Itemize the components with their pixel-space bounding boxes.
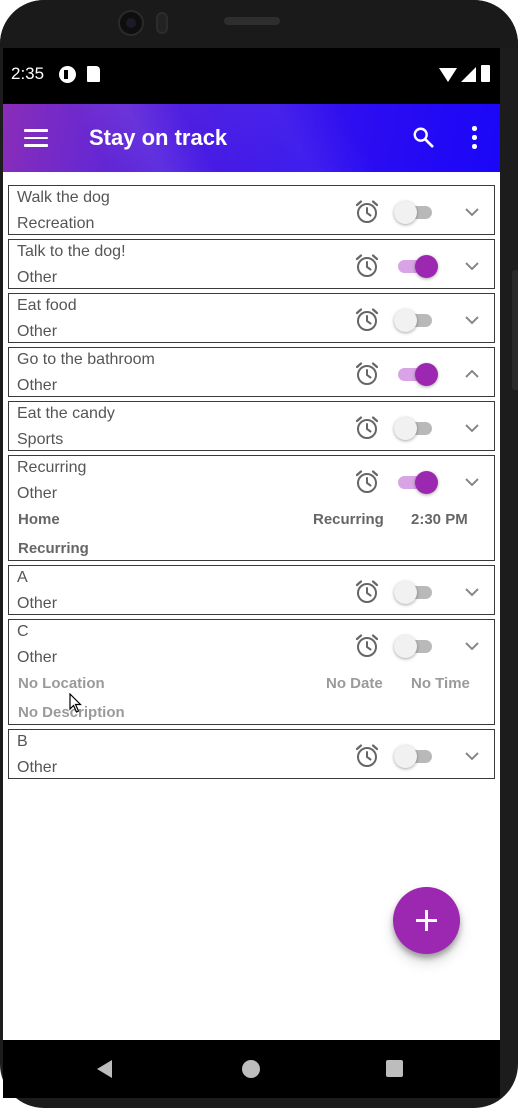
task-category: Sports [17,431,64,448]
back-triangle-icon[interactable] [97,1060,112,1078]
alarm-icon[interactable] [354,743,380,769]
chevron-up-icon[interactable] [464,366,480,382]
front-camera [118,10,144,36]
alarm-icon[interactable] [354,199,380,225]
more-vert-icon[interactable] [470,126,478,150]
wifi-icon [439,68,457,82]
mouse-cursor-icon [69,693,82,713]
task-location: No Location [18,675,105,692]
chevron-down-icon[interactable] [464,312,480,328]
task-category: Other [17,649,58,666]
task-title: Eat the candy [17,405,115,422]
task-time: No Time [411,675,470,692]
hamburger-menu-icon[interactable] [24,129,48,147]
task-title: Recurring [17,459,87,476]
side-button [512,270,518,390]
task-category: Other [17,269,58,286]
task-title: Walk the dog [17,189,110,206]
task-toggle[interactable] [394,308,438,332]
task-toggle[interactable] [394,580,438,604]
signal-icon [461,67,476,82]
sd-card-icon [87,66,100,82]
list-item[interactable]: Eat food Other [8,293,495,343]
task-description: Recurring [18,540,89,557]
task-category: Other [17,485,58,502]
task-location: Home [18,511,60,528]
task-date: No Date [326,675,383,692]
task-title: A [17,569,28,586]
task-time: 2:30 PM [411,511,468,528]
task-title: Talk to the dog! [17,243,126,260]
add-task-fab[interactable] [393,887,460,954]
task-title: C [17,623,29,640]
alarm-icon[interactable] [354,415,380,441]
alarm-icon[interactable] [354,579,380,605]
search-icon[interactable] [412,126,434,148]
task-category: Other [17,377,58,394]
chevron-down-icon[interactable] [464,258,480,274]
list-item[interactable]: A Other [8,565,495,615]
notification-app-icon [59,66,76,83]
top-bezel [0,0,518,48]
task-category: Recreation [17,215,95,232]
task-toggle[interactable] [394,744,438,768]
task-title: Go to the bathroom [17,351,155,368]
chevron-down-icon[interactable] [464,474,480,490]
battery-icon [481,65,490,82]
task-category: Other [17,595,58,612]
earpiece-speaker [224,17,280,25]
task-toggle[interactable] [394,254,438,278]
list-item[interactable]: Talk to the dog! Other [8,239,495,289]
status-bar: 2:35 [3,48,500,104]
chevron-down-icon[interactable] [464,748,480,764]
task-toggle[interactable] [394,362,438,386]
task-date: Recurring [313,511,384,528]
task-category: Other [17,759,58,776]
system-nav-bar [3,1040,500,1098]
phone-frame: 2:35 Stay on track Walk the dog Recreati… [0,0,518,1108]
chevron-down-icon[interactable] [464,584,480,600]
alarm-icon[interactable] [354,361,380,387]
task-title: Eat food [17,297,77,314]
task-category: Other [17,323,58,340]
task-toggle[interactable] [394,470,438,494]
alarm-icon[interactable] [354,253,380,279]
app-bar: Stay on track [3,104,500,172]
list-item[interactable]: Go to the bathroom Other [8,347,495,397]
list-item[interactable]: Walk the dog Recreation [8,185,495,235]
list-item[interactable]: Eat the candy Sports [8,401,495,451]
alarm-icon[interactable] [354,469,380,495]
task-toggle[interactable] [394,416,438,440]
task-toggle[interactable] [394,200,438,224]
status-time: 2:35 [11,64,45,83]
chevron-down-icon[interactable] [464,638,480,654]
alarm-icon[interactable] [354,307,380,333]
chevron-down-icon[interactable] [464,420,480,436]
alarm-icon[interactable] [354,633,380,659]
app-title: Stay on track [89,125,228,150]
task-title: B [17,733,28,750]
list-item[interactable]: B Other [8,729,495,779]
chevron-down-icon[interactable] [464,204,480,220]
home-circle-icon[interactable] [242,1060,260,1078]
proximity-sensor [156,12,168,34]
list-item[interactable]: Recurring Other Home Recurring 2:30 PM R… [8,455,495,561]
recents-square-icon[interactable] [386,1060,403,1077]
add-icon [416,910,437,931]
task-toggle[interactable] [394,634,438,658]
